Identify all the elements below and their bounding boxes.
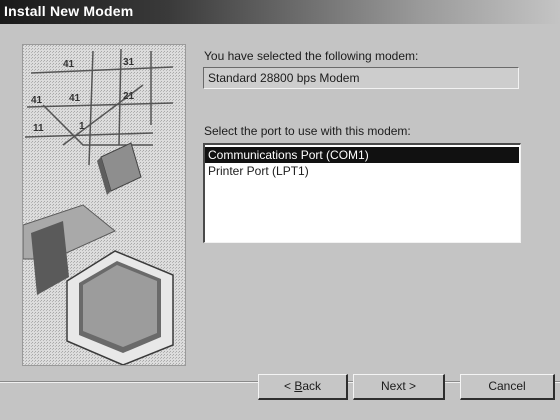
title-bar[interactable]: Install New Modem xyxy=(0,0,560,24)
svg-text:1: 1 xyxy=(79,121,85,132)
svg-text:11: 11 xyxy=(33,123,44,134)
svg-text:41: 41 xyxy=(63,59,75,70)
back-button-rest: ack xyxy=(302,379,322,393)
svg-text:31: 31 xyxy=(123,57,135,68)
dialog-title: Install New Modem xyxy=(4,3,134,19)
next-button[interactable]: Next > xyxy=(353,374,445,400)
port-listbox[interactable]: Communications Port (COM1) Printer Port … xyxy=(203,143,521,243)
back-button[interactable]: < Back xyxy=(258,374,348,400)
install-modem-dialog: Install New Modem 41 31 41 41 21 11 1 Yo… xyxy=(0,0,560,420)
back-button-prefix: < xyxy=(283,379,295,393)
port-option-com1[interactable]: Communications Port (COM1) xyxy=(205,147,519,163)
port-label: Select the port to use with this modem: xyxy=(204,124,411,138)
port-option-lpt1[interactable]: Printer Port (LPT1) xyxy=(205,163,519,179)
selected-modem-field: Standard 28800 bps Modem xyxy=(203,67,519,89)
svg-text:41: 41 xyxy=(69,93,81,104)
svg-text:41: 41 xyxy=(31,95,43,106)
modem-setup-illustration-icon: 41 31 41 41 21 11 1 xyxy=(23,45,185,365)
svg-text:21: 21 xyxy=(123,91,135,102)
cancel-button[interactable]: Cancel xyxy=(460,374,555,400)
selected-modem-value: Standard 28800 bps Modem xyxy=(208,71,360,85)
modem-label: You have selected the following modem: xyxy=(204,49,419,63)
wizard-illustration: 41 31 41 41 21 11 1 xyxy=(22,44,186,366)
